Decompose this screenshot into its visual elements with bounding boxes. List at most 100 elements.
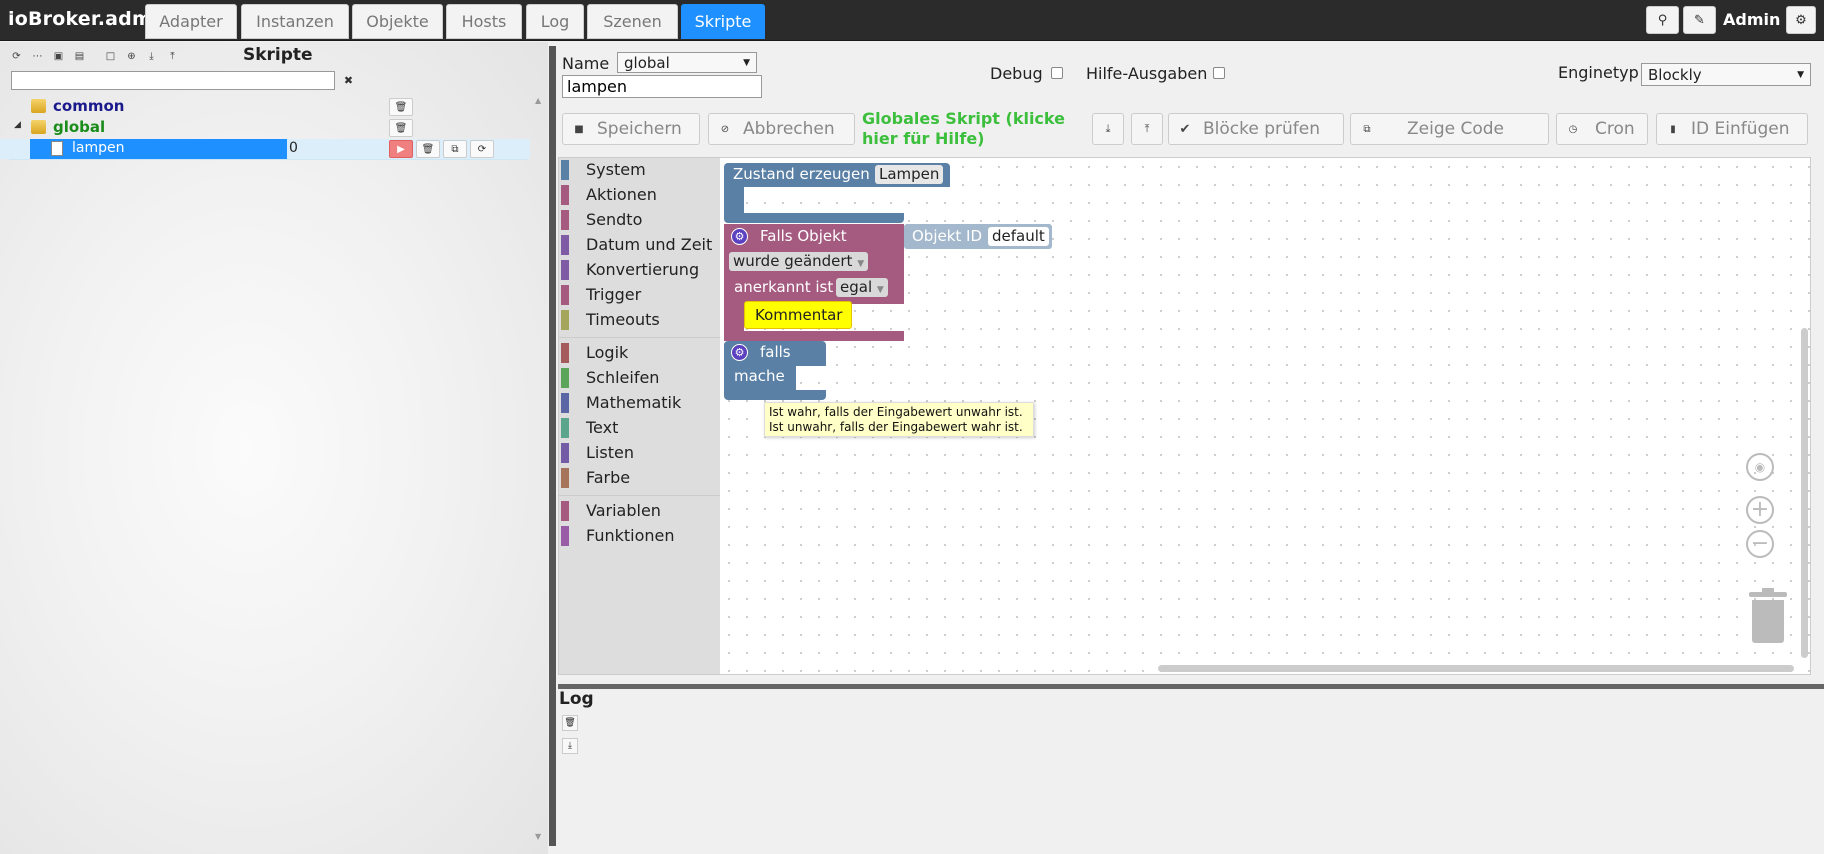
- category-mathematik[interactable]: Mathematik: [559, 391, 720, 415]
- delete-button[interactable]: 🗑: [389, 119, 413, 137]
- changed-dropdown[interactable]: wurde geändert ▼: [729, 252, 869, 271]
- trash-icon[interactable]: [1749, 588, 1787, 643]
- debug-checkbox[interactable]: [1051, 67, 1063, 79]
- category-variablen[interactable]: Variablen: [559, 499, 720, 523]
- expand-arrow-icon[interactable]: ◢: [14, 120, 21, 130]
- export-button[interactable]: ⤓: [1092, 113, 1124, 145]
- tree-script-lampen[interactable]: lampen 0 ▶ 🗑 ⧉ ⟳: [0, 139, 530, 159]
- clear-log-button[interactable]: 🗑: [562, 715, 578, 731]
- zoom-in-icon[interactable]: +: [1746, 496, 1774, 524]
- code-icon: ⧉: [1363, 123, 1371, 135]
- restart-button[interactable]: ⟳: [470, 140, 494, 158]
- tab-instanzen[interactable]: Instanzen: [241, 4, 349, 39]
- category-farbe[interactable]: Farbe: [559, 466, 720, 490]
- insert-id-button[interactable]: ▮ ID Einfügen: [1656, 113, 1808, 145]
- tab-skripte[interactable]: Skripte: [681, 4, 765, 39]
- file-icon: [51, 141, 63, 156]
- zoom-out-icon[interactable]: −: [1746, 530, 1774, 558]
- open-folder-icon[interactable]: ▤: [71, 48, 88, 64]
- state-name-field[interactable]: Lampen: [875, 165, 944, 184]
- tab-hosts[interactable]: Hosts: [446, 4, 522, 39]
- script-tree-pane: [0, 42, 548, 854]
- check-icon: ✔: [1179, 121, 1191, 137]
- download-icon[interactable]: ⤓: [143, 48, 160, 64]
- vertical-scrollbar[interactable]: [1801, 328, 1808, 658]
- category-funktionen[interactable]: Funktionen: [559, 524, 720, 548]
- add-icon[interactable]: ⊕: [123, 48, 140, 64]
- object-id-field[interactable]: default: [988, 227, 1049, 246]
- script-value: 0: [289, 140, 298, 156]
- upload-icon[interactable]: ⤒: [164, 48, 181, 64]
- search-button[interactable]: ⚲: [1646, 6, 1679, 34]
- folder-icon: [31, 120, 46, 134]
- tab-adapter[interactable]: Adapter: [145, 4, 237, 39]
- save-button[interactable]: ■ Speichern: [562, 113, 700, 145]
- show-code-button[interactable]: ⧉ Zeige Code: [1350, 113, 1549, 145]
- recenter-icon[interactable]: ◉: [1746, 453, 1774, 481]
- category-text[interactable]: Text: [559, 416, 720, 440]
- create-state-block[interactable]: Zustand erzeugen Lampen: [724, 163, 950, 187]
- help-output-label: Hilfe-Ausgaben: [1086, 64, 1208, 83]
- debug-label: Debug: [990, 64, 1043, 83]
- delete-button[interactable]: 🗑: [416, 140, 440, 158]
- category-listen[interactable]: Listen: [559, 441, 720, 465]
- import-button[interactable]: ⤒: [1131, 113, 1163, 145]
- delete-button[interactable]: 🗑: [389, 98, 413, 116]
- collapse-icon[interactable]: ⋯: [29, 48, 46, 64]
- if-block[interactable]: ⚙ falls: [724, 341, 826, 366]
- cancel-icon: ⊘: [720, 123, 730, 135]
- tree-scrollbar[interactable]: ▲ ▼: [532, 96, 546, 841]
- gear-icon[interactable]: ⚙: [731, 344, 748, 361]
- dropdown-arrow-icon: ▼: [743, 57, 750, 68]
- tree-separator: [9, 159, 527, 160]
- check-blocks-button[interactable]: ✔ Blöcke prüfen: [1168, 113, 1344, 145]
- pane-splitter[interactable]: [549, 46, 556, 846]
- script-filter-input[interactable]: [11, 71, 335, 90]
- category-konvertierung[interactable]: Konvertierung: [559, 258, 720, 282]
- help-output-checkbox[interactable]: [1213, 67, 1225, 79]
- ack-dropdown[interactable]: egal ▼: [836, 278, 888, 297]
- script-name-input[interactable]: [562, 75, 762, 98]
- object-id-block[interactable]: Objekt ID default: [904, 224, 1052, 249]
- comment-block[interactable]: Kommentar: [744, 301, 852, 329]
- block-body: [724, 304, 744, 331]
- name-label: Name: [562, 54, 610, 73]
- category-logik[interactable]: Logik: [559, 341, 720, 365]
- refresh-icon[interactable]: ⟳: [8, 48, 25, 64]
- do-section: mache: [724, 366, 796, 390]
- tree-label: common: [53, 97, 125, 115]
- block-body: [724, 187, 744, 213]
- run-button[interactable]: ▶: [389, 140, 413, 158]
- tab-szenen[interactable]: Szenen: [587, 4, 678, 39]
- log-splitter[interactable]: [558, 684, 1824, 689]
- edit-button[interactable]: ✎: [1683, 6, 1716, 34]
- engine-select[interactable]: Blockly ▼: [1641, 63, 1811, 86]
- clear-filter-icon[interactable]: ✖: [341, 72, 356, 88]
- horizontal-scrollbar[interactable]: [1158, 665, 1794, 672]
- folder-icon[interactable]: ▣: [50, 48, 67, 64]
- category-system[interactable]: System: [559, 158, 720, 182]
- tree-label: global: [53, 118, 106, 136]
- block-body: [724, 213, 904, 223]
- tab-objekte[interactable]: Objekte: [352, 4, 443, 39]
- on-change-trigger-block[interactable]: ⚙ Falls Objekt wurde geändert ▼ anerkann…: [724, 224, 904, 304]
- tab-log[interactable]: Log: [526, 4, 584, 39]
- category-schleifen[interactable]: Schleifen: [559, 366, 720, 390]
- cancel-button[interactable]: ⊘ Abbrechen: [708, 113, 855, 145]
- tree-folder-global[interactable]: ◢ global 🗑: [0, 118, 530, 138]
- category-sendto[interactable]: Sendto: [559, 208, 720, 232]
- new-script-icon[interactable]: □: [102, 48, 119, 64]
- category-aktionen[interactable]: Aktionen: [559, 183, 720, 207]
- category-trigger[interactable]: Trigger: [559, 283, 720, 307]
- copy-button[interactable]: ⧉: [443, 140, 467, 158]
- gear-icon[interactable]: ⚙: [731, 228, 748, 245]
- settings-button[interactable]: ⚙: [1786, 6, 1816, 34]
- category-timeouts[interactable]: Timeouts: [559, 308, 720, 332]
- name-select[interactable]: global ▼: [617, 52, 757, 73]
- engine-label: Enginetyp: [1558, 63, 1639, 82]
- help-link[interactable]: Globales Skript (klicke hier für Hilfe): [862, 109, 1097, 149]
- cron-button[interactable]: ◷ Cron: [1556, 113, 1648, 145]
- tree-folder-common[interactable]: common 🗑: [0, 97, 530, 117]
- category-datum-und-zeit[interactable]: Datum und Zeit: [559, 233, 720, 257]
- download-log-button[interactable]: ⤓: [562, 738, 578, 754]
